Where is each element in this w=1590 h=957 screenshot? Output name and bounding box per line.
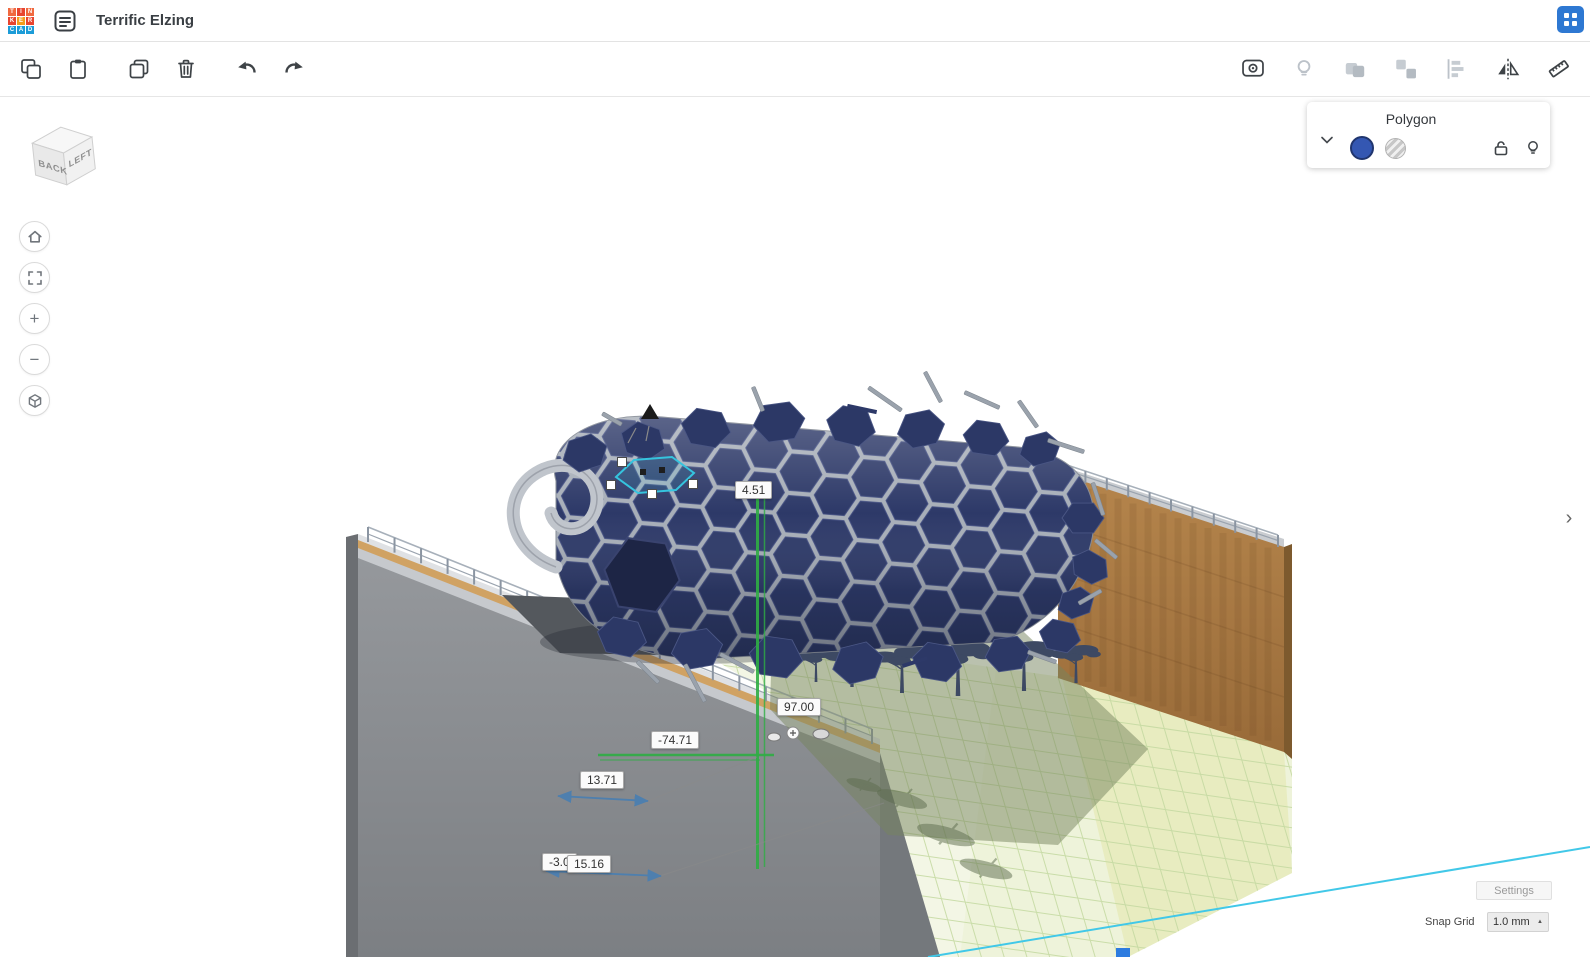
copy-button[interactable] [12, 50, 50, 88]
hide-button[interactable] [1521, 136, 1545, 160]
dimension-label[interactable]: 13.71 [580, 771, 625, 789]
home-icon [27, 230, 42, 243]
collapse-panel-button[interactable] [1313, 126, 1341, 154]
ruler-handle[interactable] [812, 728, 830, 740]
transparent-swatch[interactable] [1385, 138, 1406, 159]
side-panel-tab[interactable]: › [1556, 502, 1582, 534]
lightbulb-icon [1297, 60, 1311, 76]
snap-grid-label: Snap Grid [1425, 916, 1475, 928]
designs-menu-button[interactable] [50, 6, 80, 36]
scale-handle[interactable] [606, 480, 616, 490]
dimension-label[interactable]: 97.00 [777, 698, 822, 716]
copy-icon [21, 59, 41, 79]
lock-icon [1494, 141, 1508, 156]
apps-grid-button[interactable] [1557, 6, 1584, 33]
mirror-button[interactable] [1489, 50, 1527, 88]
plus-icon: + [29, 309, 40, 328]
delete-button[interactable] [167, 50, 205, 88]
toolbar [0, 42, 1590, 97]
blue-edge-object [1116, 948, 1130, 957]
scale-hand1e[interactable] [688, 479, 698, 489]
lightbulb-icon [1528, 141, 1538, 154]
fit-view-icon [27, 270, 42, 285]
apps-grid-icon [1564, 13, 1577, 26]
viewport[interactable] [0, 97, 1590, 957]
ruler-handle[interactable] [767, 732, 781, 742]
group-button[interactable] [1336, 50, 1374, 88]
chevron-right-icon: › [1565, 506, 1573, 529]
dropdown-arrow-icon: ▲ [1537, 919, 1543, 925]
ungroup-button[interactable] [1387, 50, 1425, 88]
dimension-label[interactable]: 15.16 [567, 855, 612, 873]
designs-list-icon [54, 10, 76, 31]
viewport-3d-scene[interactable] [0, 97, 1590, 957]
snap-grid-dropdown[interactable]: 1.0 mm ▲ [1487, 912, 1549, 932]
show-all-button[interactable] [1234, 50, 1272, 88]
scale-handle[interactable] [647, 489, 657, 499]
perspective-cube-icon [28, 393, 41, 408]
shape-name: Polygon [1385, 111, 1437, 127]
chevron-down-icon [1321, 136, 1333, 144]
ungroup-icon [1396, 59, 1416, 79]
app-header: TINKERCAD Terrific Elzing [0, 0, 1590, 42]
trash-icon [178, 59, 194, 78]
raise-handle[interactable] [641, 404, 659, 419]
undo-button[interactable] [228, 50, 266, 88]
mirror-icon [1498, 58, 1520, 80]
ruler-icon [1548, 60, 1569, 78]
duplicate-icon [129, 59, 149, 79]
redo-button[interactable] [275, 50, 313, 88]
align-icon [1447, 59, 1464, 79]
snap-grid-value: 1.0 mm [1493, 916, 1530, 928]
home-view-button[interactable] [19, 221, 50, 252]
show-all-eye-icon [1242, 59, 1264, 77]
minus-icon: − [29, 350, 40, 369]
paste-button[interactable] [59, 50, 97, 88]
design-title[interactable]: Terrific Elzing [96, 12, 194, 29]
tinkercad-logo[interactable]: TINKERCAD [8, 7, 34, 34]
undo-icon [238, 61, 256, 73]
lock-button[interactable] [1489, 136, 1513, 160]
group-icon [1345, 63, 1365, 78]
scale-handle[interactable] [617, 457, 627, 467]
paste-icon [70, 59, 86, 79]
redo-icon [285, 60, 304, 74]
duplicate-button[interactable] [120, 50, 158, 88]
height-handle[interactable] [640, 469, 646, 475]
hide-selected-button[interactable] [1285, 50, 1323, 88]
ruler-button[interactable] [1540, 50, 1578, 88]
settings-button[interactable]: Settings [1476, 881, 1552, 900]
view-cube[interactable]: BACK LEFT [22, 116, 106, 200]
solid-color-swatch[interactable] [1350, 136, 1374, 160]
height-handle[interactable] [659, 467, 665, 473]
perspective-toggle-button[interactable] [19, 385, 50, 416]
tinkercad-app: TINKERCAD Terrific Elzing BACK LEFT + − … [0, 0, 1590, 957]
fit-view-button[interactable] [19, 262, 50, 293]
zoom-out-button[interactable]: − [19, 344, 50, 375]
dimension-label[interactable]: 4.51 [735, 481, 773, 499]
shape-inspector: Polygon [1307, 102, 1550, 168]
align-button[interactable] [1438, 50, 1476, 88]
dimension-label[interactable]: -74.71 [651, 731, 700, 749]
zoom-in-button[interactable]: + [19, 303, 50, 334]
